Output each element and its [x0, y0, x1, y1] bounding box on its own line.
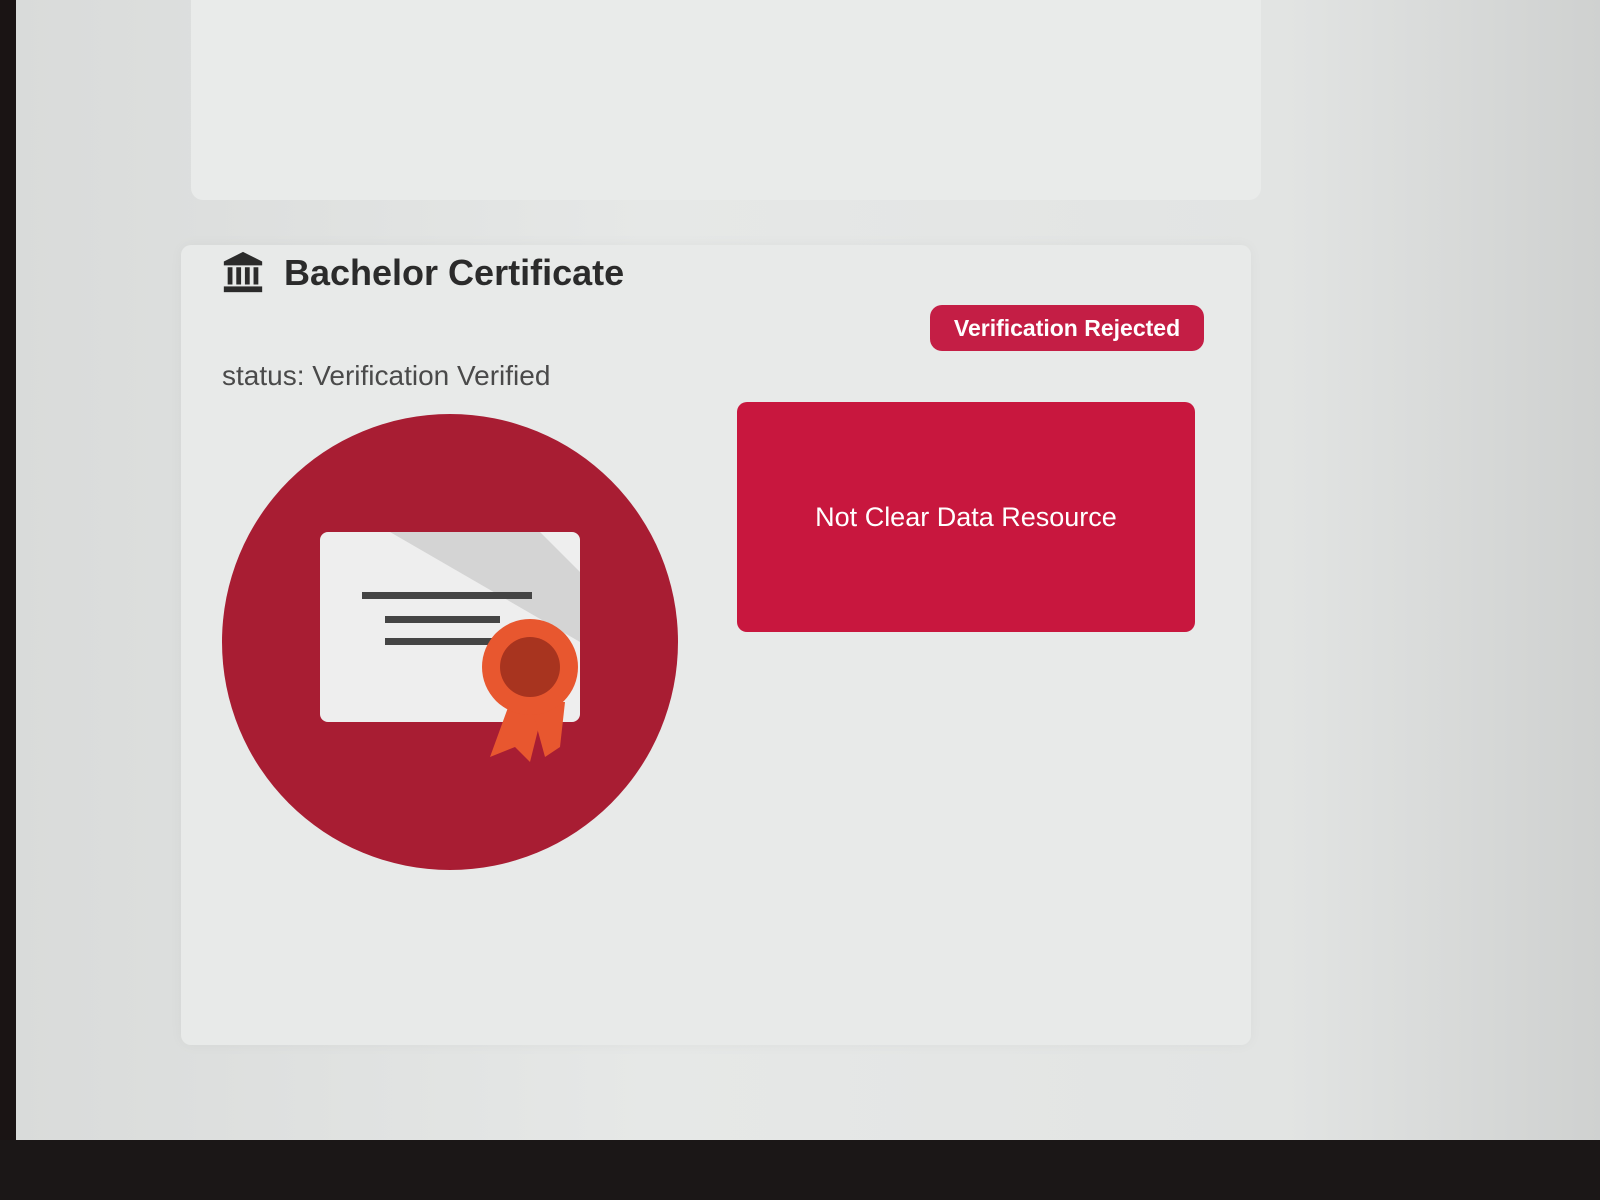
card-title: Bachelor Certificate	[284, 252, 625, 293]
certificate-icon	[222, 414, 678, 870]
card-header: Bachelor Certificate	[220, 250, 624, 296]
status-badge: Verification Rejected	[930, 305, 1204, 351]
rejection-notice: Not Clear Data Resource	[737, 402, 1195, 632]
status-text: status: Verification Verified	[222, 360, 551, 391]
top-card	[191, 0, 1261, 200]
institution-icon	[223, 251, 263, 293]
taskbar	[0, 1140, 1600, 1200]
